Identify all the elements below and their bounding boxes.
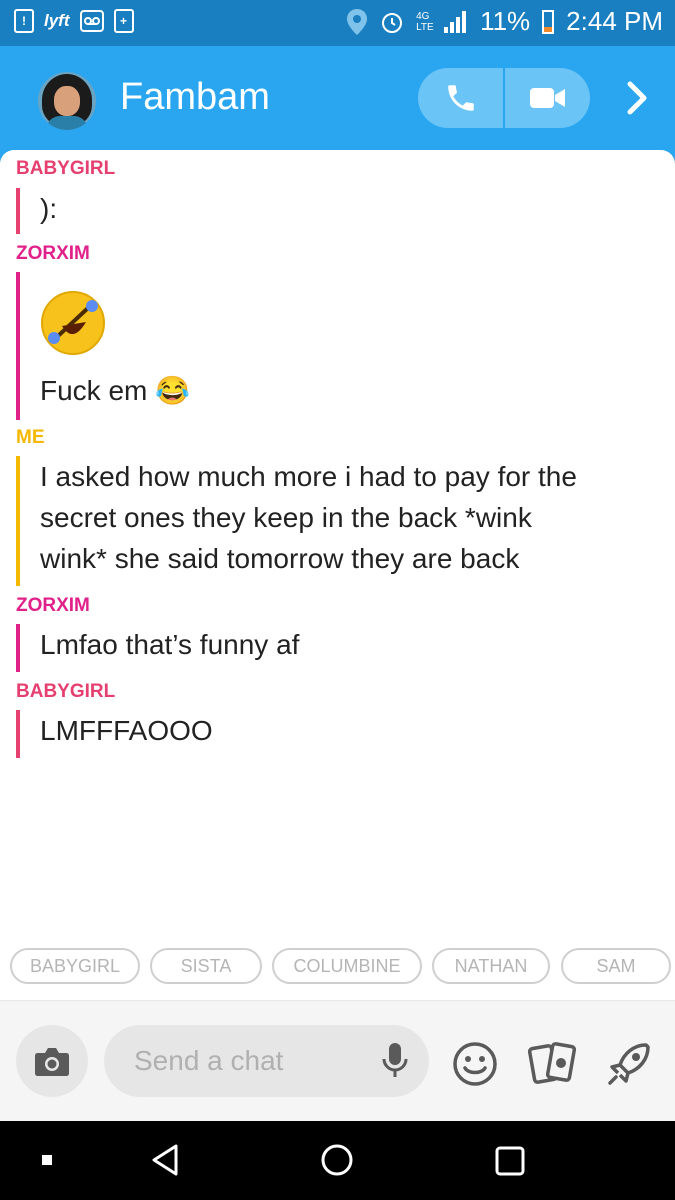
alarm-icon — [382, 12, 403, 33]
chat-input-placeholder: Send a chat — [134, 1045, 284, 1076]
chevron-right-button[interactable] — [618, 78, 658, 118]
video-call-button[interactable] — [505, 68, 590, 128]
alert-icon: ! — [14, 9, 34, 33]
message[interactable]: ): — [16, 188, 57, 234]
rofl-emoji-icon — [41, 291, 105, 355]
message-text: wink* she said tomorrow they are back — [40, 543, 520, 574]
sender-name: BABYGIRL — [16, 158, 116, 179]
participant-chip[interactable]: BABYGIRL — [10, 948, 140, 984]
chat-area[interactable]: BABYGIRL ): ZORXIM 🤣 Fuck em 😂 ME I aske… — [0, 150, 675, 1000]
plus-box-icon: + — [113, 9, 134, 33]
voice-call-button[interactable] — [418, 68, 503, 128]
system-status: 4G LTE 11% 2:44 PM — [346, 6, 663, 37]
video-icon — [529, 88, 565, 108]
message[interactable]: I asked how much more i had to pay for t… — [16, 456, 577, 586]
notification-icons: ! lyft + — [14, 9, 134, 33]
call-controls — [418, 68, 590, 128]
message-text: ): — [40, 193, 58, 224]
group-avatar[interactable] — [38, 72, 96, 130]
status-bar: ! lyft + 4G LTE 11% 2:44 PM — [0, 0, 675, 46]
signal-icon — [444, 10, 467, 33]
participant-chip[interactable]: COLUMBINE — [272, 948, 422, 984]
participant-chips: BABYGIRL SISTA COLUMBINE NATHAN SAM — [0, 948, 675, 988]
chat-header: Fambam — [0, 46, 675, 150]
sender-name: ZORXIM — [16, 243, 90, 264]
clock: 2:44 PM — [566, 6, 663, 36]
participant-chip[interactable]: SISTA — [150, 948, 262, 984]
rocket-icon[interactable] — [606, 1041, 654, 1087]
battery-percent: 11% — [480, 6, 531, 36]
network-label: 4G LTE — [416, 10, 434, 33]
recents-button[interactable] — [494, 1145, 526, 1177]
mic-icon[interactable] — [381, 1041, 409, 1081]
message-text: I asked how much more i had to pay for t… — [40, 461, 577, 492]
sender-name: ME — [16, 427, 45, 448]
voicemail-icon — [79, 10, 104, 32]
camera-button[interactable] — [16, 1025, 88, 1097]
message-text: Fuck em 😂 — [40, 375, 190, 406]
phone-icon — [447, 85, 474, 111]
message[interactable]: Lmfao that’s funny af — [16, 624, 299, 672]
back-button[interactable] — [150, 1143, 180, 1177]
sender-name: BABYGIRL — [16, 681, 116, 702]
message-text: secret ones they keep in the back *wink — [40, 502, 532, 533]
lyft-icon: lyft — [44, 11, 70, 30]
chevron-right-icon — [627, 81, 647, 115]
chat-title[interactable]: Fambam — [120, 76, 270, 119]
smiley-icon[interactable] — [452, 1041, 498, 1087]
participant-chip[interactable]: NATHAN — [432, 948, 550, 984]
sender-name: ZORXIM — [16, 595, 90, 616]
location-icon — [347, 8, 368, 35]
participant-chip[interactable]: SAM — [561, 948, 671, 984]
message[interactable]: 🤣 Fuck em 😂 — [16, 272, 190, 420]
cards-icon[interactable] — [528, 1041, 576, 1087]
battery-icon — [542, 9, 555, 34]
dot-icon — [42, 1155, 52, 1165]
camera-icon — [35, 1048, 69, 1076]
chat-input[interactable]: Send a chat — [104, 1025, 429, 1097]
message[interactable]: LMFFFAOOO — [16, 710, 213, 758]
composer-bar: Send a chat — [0, 1000, 675, 1122]
message-text: LMFFFAOOO — [40, 715, 213, 746]
message-text: Lmfao that’s funny af — [40, 629, 300, 660]
rofl-emoji-glyph: 🤣 — [40, 290, 41, 291]
home-button[interactable] — [320, 1143, 354, 1177]
android-nav-bar — [0, 1121, 675, 1200]
rofl-emoji: 🤣 — [40, 290, 106, 356]
